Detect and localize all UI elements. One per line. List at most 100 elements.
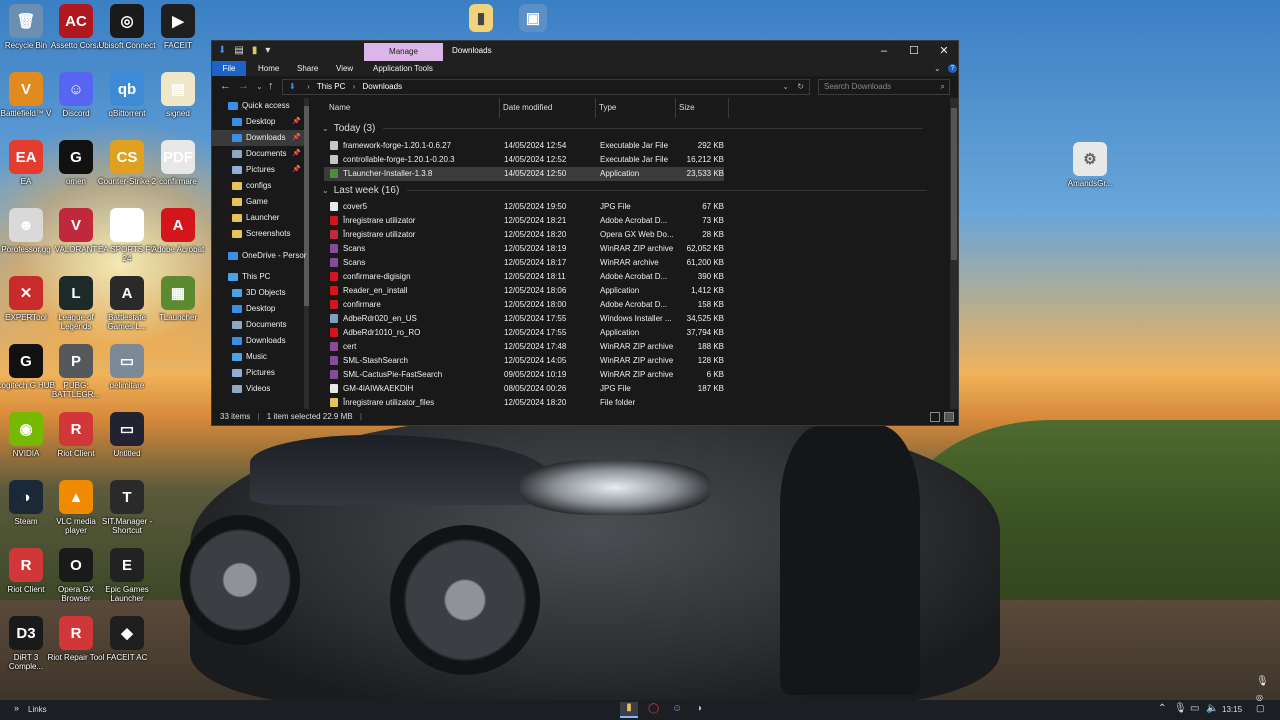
- links-toolbar-label[interactable]: Links: [28, 705, 47, 714]
- help-icon[interactable]: ?: [948, 64, 957, 73]
- nav-item[interactable]: 3D Objects: [212, 285, 304, 301]
- group-header[interactable]: ⌄ Last week (16): [322, 185, 928, 196]
- file-row[interactable]: confirmare 12/05/2024 18:00 Adobe Acrobat …: [324, 298, 724, 312]
- customize-toolbar-icon[interactable]: ▾: [265, 45, 270, 56]
- desktop-icon[interactable]: ◆ FACEIT AC: [97, 616, 157, 682]
- nav-item[interactable]: Pictures: [212, 365, 304, 381]
- nav-item[interactable]: configs: [212, 178, 304, 194]
- mic-indicator-icon[interactable]: 🎙: [1256, 676, 1269, 687]
- nav-item[interactable]: Documents: [212, 317, 304, 333]
- tab-application-tools[interactable]: Application Tools: [373, 61, 433, 76]
- nav-item[interactable]: Documents 📌: [212, 146, 304, 162]
- nav-item[interactable]: This PC: [212, 269, 304, 285]
- tab-home[interactable]: Home: [258, 61, 279, 76]
- file-row[interactable]: Înregistrare utilizator_files 12/05/2024 …: [324, 396, 724, 409]
- network-icon[interactable]: ▭: [1190, 703, 1199, 714]
- collapse-chevron-icon[interactable]: ⌄: [322, 124, 329, 133]
- column-type[interactable]: Type: [599, 103, 616, 112]
- tab-share[interactable]: Share: [297, 61, 318, 76]
- opera-gx-taskbar-icon[interactable]: ◯: [648, 703, 659, 714]
- notification-icon[interactable]: ▢: [1256, 703, 1265, 714]
- close-button[interactable]: ✕: [929, 43, 959, 59]
- down-arrow-icon[interactable]: ⬇: [218, 45, 226, 56]
- nav-item[interactable]: Music: [212, 349, 304, 365]
- location-indicator-icon[interactable]: ◎: [1256, 693, 1263, 702]
- column-size[interactable]: Size: [679, 103, 695, 112]
- microphone-icon[interactable]: 🎙: [1174, 703, 1187, 714]
- nav-item[interactable]: Downloads: [212, 333, 304, 349]
- column-divider[interactable]: [675, 98, 676, 118]
- file-row[interactable]: cert 12/05/2024 17:48 WinRAR ZIP archive 18…: [324, 340, 724, 354]
- desktop-icon[interactable]: ▭ Untitled: [97, 412, 157, 478]
- breadcrumb-downloads[interactable]: Downloads: [363, 82, 403, 91]
- links-toolbar-arrow-icon[interactable]: »: [14, 703, 19, 713]
- details-view-icon[interactable]: [930, 412, 940, 422]
- column-name[interactable]: Name: [329, 103, 350, 112]
- file-row[interactable]: Scans 12/05/2024 18:17 WinRAR archive 61,20…: [324, 256, 724, 270]
- maximize-button[interactable]: ☐: [899, 43, 929, 59]
- nav-item[interactable]: Game: [212, 194, 304, 210]
- file-row[interactable]: AdbeRdr020_en_US 12/05/2024 17:55 Windows …: [324, 312, 724, 326]
- nav-item[interactable]: Quick access: [212, 98, 304, 114]
- file-row[interactable]: SML-StashSearch 12/05/2024 14:05 WinRAR ZI…: [324, 354, 724, 368]
- desktop-icon-computer[interactable]: ▣: [506, 4, 560, 42]
- collapse-chevron-icon[interactable]: ⌄: [322, 186, 329, 195]
- up-arrow-icon[interactable]: ↑: [268, 80, 274, 92]
- column-divider[interactable]: [499, 98, 500, 118]
- file-row[interactable]: Înregistrare utilizator 12/05/2024 18:20 O…: [324, 228, 724, 242]
- nav-item[interactable]: Launcher: [212, 210, 304, 226]
- navigation-scrollbar-thumb[interactable]: [304, 106, 309, 306]
- file-row[interactable]: confirmare-digisign 12/05/2024 18:11 Adobe…: [324, 270, 724, 284]
- refresh-icon[interactable]: ↻: [797, 80, 804, 94]
- properties-icon[interactable]: ▤: [234, 45, 243, 56]
- address-bar[interactable]: ⬇ › This PC › Downloads ⌄ ↻: [282, 79, 810, 95]
- desktop-icon[interactable]: A Adobe Acrobat: [148, 208, 208, 274]
- desktop-icon[interactable]: T SIT.Manager - Shortcut: [97, 480, 157, 546]
- nav-item[interactable]: Screenshots: [212, 226, 304, 242]
- file-row[interactable]: SML-CactusPie-FastSearch 09/05/2024 10:19…: [324, 368, 724, 382]
- file-row[interactable]: GM-4lAIWkAEKDiH 08/05/2024 00:26 JPG File 1…: [324, 382, 724, 396]
- back-arrow-icon[interactable]: ←: [220, 80, 231, 92]
- file-row[interactable]: TLauncher-Installer-1.3.8 14/05/2024 12:5…: [324, 167, 724, 181]
- new-folder-icon[interactable]: ▮: [252, 45, 258, 56]
- recent-locations-icon[interactable]: ⌄: [256, 82, 263, 91]
- tab-file[interactable]: File: [212, 61, 246, 76]
- nav-item[interactable]: Pictures 📌: [212, 162, 304, 178]
- file-row[interactable]: Scans 12/05/2024 18:19 WinRAR ZIP archive 6…: [324, 242, 724, 256]
- column-date-modified[interactable]: Date modified: [503, 103, 552, 112]
- file-list-scrollbar[interactable]: [950, 98, 958, 409]
- nav-item[interactable]: Desktop 📌: [212, 114, 304, 130]
- nav-item[interactable]: Desktop: [212, 301, 304, 317]
- file-row[interactable]: AdbeRdr1010_ro_RO 12/05/2024 17:55 Applica…: [324, 326, 724, 340]
- nav-item[interactable]: Videos: [212, 381, 304, 397]
- forward-arrow-icon[interactable]: →: [238, 80, 249, 92]
- large-icons-view-icon[interactable]: [944, 412, 954, 422]
- file-explorer-taskbar-icon[interactable]: ▮: [620, 702, 638, 718]
- steam-taskbar-icon[interactable]: ◑: [696, 703, 702, 714]
- desktop-icon[interactable]: ▭ delimitare: [97, 344, 157, 410]
- nav-item[interactable]: OneDrive - Persor: [212, 248, 306, 264]
- breadcrumb-this-pc[interactable]: This PC: [317, 82, 345, 91]
- tab-view[interactable]: View: [336, 61, 353, 76]
- file-row[interactable]: framework-forge-1.20.1-0.6.27 14/05/2024 …: [324, 139, 724, 153]
- clock[interactable]: 13:15: [1222, 705, 1242, 714]
- desktop-icon[interactable]: PDF confirmare: [148, 140, 208, 206]
- desktop-icon[interactable]: ▦ TLauncher: [148, 276, 208, 342]
- file-row[interactable]: cover5 12/05/2024 19:50 JPG File 67 KB: [324, 200, 724, 214]
- desktop-icon[interactable]: ▶ FACEIT: [148, 4, 208, 70]
- minimize-button[interactable]: –: [869, 43, 899, 59]
- discord-taskbar-icon[interactable]: ☺: [672, 703, 682, 714]
- file-row[interactable]: Înregistrare utilizator 12/05/2024 18:21 A…: [324, 214, 724, 228]
- file-row[interactable]: controllable-forge-1.20.1-0.20.3 14/05/20…: [324, 153, 724, 167]
- column-divider[interactable]: [595, 98, 596, 118]
- desktop-icon[interactable]: E Epic Games Launcher: [97, 548, 157, 614]
- nav-item[interactable]: Downloads 📌: [212, 130, 304, 146]
- address-dropdown-icon[interactable]: ⌄: [782, 80, 789, 94]
- desktop-icon-amandsgr[interactable]: ⚙ AmandsGr...: [1060, 142, 1120, 208]
- volume-icon[interactable]: 🔈: [1206, 703, 1218, 714]
- tray-overflow-icon[interactable]: ⌃: [1158, 703, 1166, 714]
- group-header[interactable]: ⌄ Today (3): [322, 123, 924, 134]
- desktop-icon-folder[interactable]: ▮: [454, 4, 508, 42]
- file-list-scrollbar-thumb[interactable]: [951, 108, 957, 260]
- manage-tab[interactable]: Manage: [364, 43, 443, 61]
